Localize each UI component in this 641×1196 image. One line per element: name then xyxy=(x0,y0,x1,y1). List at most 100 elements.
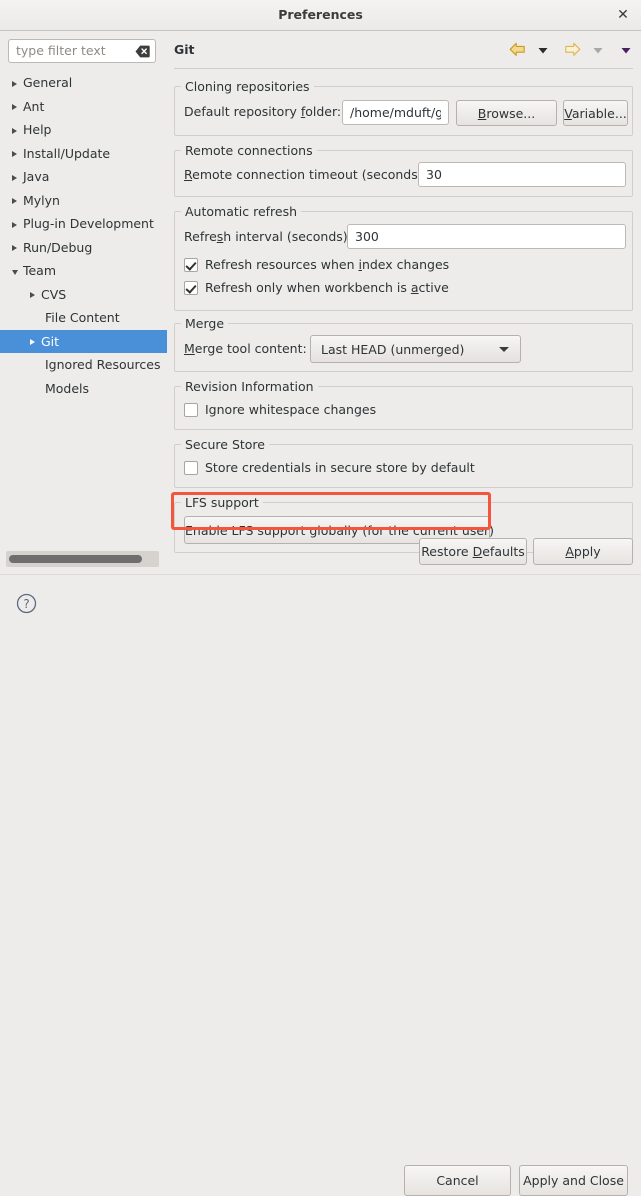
sidebar-item-file-content[interactable]: File Content xyxy=(0,306,167,330)
merge-tool-value: Last HEAD (unmerged) xyxy=(321,342,465,357)
preferences-tree[interactable]: General Ant Help Install/Update Java Myl… xyxy=(0,71,167,551)
sidebar-item-team[interactable]: Team xyxy=(0,259,167,283)
checkbox-label: Ignore whitespace changes xyxy=(205,402,377,417)
browse-button[interactable]: Browse... xyxy=(456,100,557,126)
expander-glyph xyxy=(11,269,18,275)
group-label-revision: Revision Information xyxy=(181,379,318,394)
timeout-label: Remote connection timeout (seconds): xyxy=(184,167,427,182)
help-icon[interactable]: ? xyxy=(16,593,37,614)
sidebar-item-run-debug[interactable]: Run/Debug xyxy=(0,236,167,260)
expander-glyph xyxy=(12,104,17,111)
scrollbar-thumb[interactable] xyxy=(9,555,142,563)
sidebar-item-label: CVS xyxy=(40,286,67,302)
sidebar-scrollbar[interactable] xyxy=(6,551,159,567)
sidebar-item-label: Ant xyxy=(22,98,45,114)
restore-defaults-button[interactable]: Restore Defaults xyxy=(419,538,527,565)
sidebar-item-label: Java xyxy=(22,169,50,184)
chevron-right-icon[interactable] xyxy=(10,235,19,259)
chevron-right-icon[interactable] xyxy=(10,94,19,118)
back-arrow-icon[interactable] xyxy=(509,42,526,57)
checkbox-label: Store credentials in secure store by def… xyxy=(205,460,475,475)
cancel-button[interactable]: Cancel xyxy=(404,1165,511,1196)
expander-glyph xyxy=(12,151,17,158)
sidebar-item-label: Help xyxy=(22,122,52,137)
chevron-right-icon[interactable] xyxy=(10,165,19,189)
sidebar-item-label: General xyxy=(22,75,73,90)
sidebar-item-label: Git xyxy=(40,333,60,349)
group-label-remote: Remote connections xyxy=(181,143,317,158)
sidebar: General Ant Help Install/Update Java Myl… xyxy=(0,31,167,574)
sidebar-item-label: Plug-in Development xyxy=(22,216,154,231)
refresh-interval-input[interactable] xyxy=(347,224,626,249)
dialog-footer: ? Cancel Apply and Close xyxy=(0,575,641,1196)
checkbox-box[interactable] xyxy=(184,281,198,295)
svg-text:?: ? xyxy=(23,597,29,611)
search-input[interactable] xyxy=(16,40,128,62)
refresh-interval-label: Refresh interval (seconds): xyxy=(184,229,352,244)
forward-dropdown-icon[interactable] xyxy=(591,43,605,57)
sidebar-item-mylyn[interactable]: Mylyn xyxy=(0,189,167,213)
chevron-right-icon[interactable] xyxy=(10,71,19,94)
page-title: Git xyxy=(174,42,195,57)
group-revision-information: Revision Information Ignore whitespace c… xyxy=(174,379,633,430)
apply-button[interactable]: Apply xyxy=(533,538,633,565)
sidebar-item-java[interactable]: Java xyxy=(0,165,167,189)
expander-glyph xyxy=(30,339,35,346)
group-label-cloning: Cloning repositories xyxy=(181,79,314,94)
chevron-right-icon[interactable] xyxy=(10,212,19,236)
sidebar-item-general[interactable]: General xyxy=(0,71,167,95)
group-secure-store: Secure Store Store credentials in secure… xyxy=(174,437,633,488)
expander-glyph xyxy=(12,127,17,134)
apply-and-close-button[interactable]: Apply and Close xyxy=(519,1165,628,1196)
chevron-down-icon xyxy=(499,347,509,352)
checkbox-box[interactable] xyxy=(184,258,198,272)
back-dropdown-icon[interactable] xyxy=(536,43,550,57)
sidebar-item-label: Models xyxy=(45,380,90,396)
sidebar-item-models[interactable]: Models xyxy=(0,377,167,401)
merge-tool-label: Merge tool content: xyxy=(184,341,307,356)
repo-folder-input[interactable] xyxy=(342,100,449,125)
navigation-toolbar xyxy=(509,41,633,59)
sidebar-item-label: Mylyn xyxy=(22,192,60,208)
sidebar-item-help[interactable]: Help xyxy=(0,118,167,142)
chevron-right-icon[interactable] xyxy=(28,282,37,306)
sidebar-item-ant[interactable]: Ant xyxy=(0,95,167,119)
group-label-merge: Merge xyxy=(181,316,229,331)
view-menu-dropdown-icon[interactable] xyxy=(619,43,633,57)
clear-icon[interactable] xyxy=(135,45,150,58)
filter-box xyxy=(8,39,156,63)
sidebar-item-cvs[interactable]: CVS xyxy=(0,283,167,307)
group-label-lfs: LFS support xyxy=(181,495,263,510)
chevron-right-icon[interactable] xyxy=(10,141,19,165)
checkbox-label: Refresh only when workbench is active xyxy=(205,280,449,295)
checkbox-box[interactable] xyxy=(184,403,198,417)
sidebar-item-plug-in-development[interactable]: Plug-in Development xyxy=(0,212,167,236)
chevron-right-icon[interactable] xyxy=(28,329,37,353)
chevron-right-icon[interactable] xyxy=(10,188,19,212)
group-remote-connections: Remote connections Remote connection tim… xyxy=(174,143,633,197)
expander-glyph xyxy=(12,174,17,181)
sidebar-item-ignored-resources[interactable]: Ignored Resources xyxy=(0,353,167,377)
chevron-right-icon[interactable] xyxy=(10,118,19,142)
preferences-dialog: Preferences ✕ General Ant Help Install/U… xyxy=(0,0,641,1196)
group-label-secure-store: Secure Store xyxy=(181,437,269,452)
timeout-input[interactable] xyxy=(418,162,626,187)
group-merge: Merge Merge tool content: Last HEAD (unm… xyxy=(174,316,633,372)
merge-tool-select[interactable]: Last HEAD (unmerged) xyxy=(310,335,521,363)
variable-button[interactable]: Variable... xyxy=(563,100,628,126)
sidebar-item-git[interactable]: Git xyxy=(0,329,167,353)
expander-glyph xyxy=(12,245,17,252)
title-separator xyxy=(174,68,633,69)
expander-glyph xyxy=(30,292,35,299)
forward-arrow-icon[interactable] xyxy=(564,42,581,57)
expander-glyph xyxy=(12,221,17,228)
expander-glyph xyxy=(12,198,17,205)
repo-folder-label: Default repository folder: xyxy=(184,104,342,119)
close-icon[interactable]: ✕ xyxy=(614,7,632,25)
sidebar-item-label: Team xyxy=(22,263,57,278)
checkbox-box[interactable] xyxy=(184,461,198,475)
chevron-down-icon[interactable] xyxy=(10,259,19,283)
titlebar: Preferences ✕ xyxy=(0,0,641,31)
sidebar-item-install-update[interactable]: Install/Update xyxy=(0,142,167,166)
sidebar-item-label: File Content xyxy=(45,310,120,325)
